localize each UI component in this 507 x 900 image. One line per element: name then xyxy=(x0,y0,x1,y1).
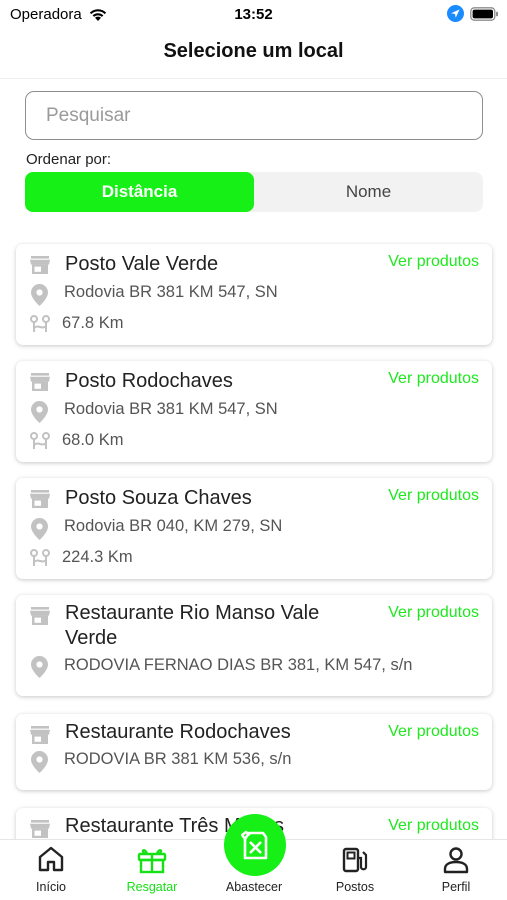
gas-station-icon xyxy=(342,847,368,873)
sort-label: Ordenar por: xyxy=(26,151,112,168)
location-card[interactable]: Restaurante Rodochaves Ver produtos RODO… xyxy=(16,714,492,790)
page-title: Selecione um local xyxy=(163,40,344,62)
tab-label: Início xyxy=(36,880,66,894)
location-card[interactable]: Posto Rodochaves Ver produtos Rodovia BR… xyxy=(16,361,492,462)
tab-label: Perfil xyxy=(441,880,471,894)
store-icon xyxy=(30,726,50,744)
view-products-link[interactable]: Ver produtos xyxy=(388,487,479,505)
route-icon xyxy=(30,549,50,566)
location-address: Rodovia BR 040, KM 279, SN xyxy=(64,517,283,535)
store-icon xyxy=(30,607,50,625)
header-divider xyxy=(0,78,507,79)
store-icon xyxy=(30,820,50,838)
map-pin-icon xyxy=(31,656,48,678)
location-distance: 68.0 Km xyxy=(62,431,124,449)
location-address: RODOVIA BR 381 KM 536, s/n xyxy=(64,750,292,768)
tab-label: Resgatar xyxy=(126,880,178,894)
location-name: Posto Vale Verde xyxy=(65,253,219,275)
route-icon xyxy=(30,315,50,332)
sort-segmented-control: Distância Nome xyxy=(25,172,483,212)
user-icon xyxy=(443,847,469,874)
map-pin-icon xyxy=(31,401,48,423)
sort-option-name[interactable]: Nome xyxy=(254,172,483,212)
view-products-link[interactable]: Ver produtos xyxy=(388,604,479,622)
store-icon xyxy=(30,490,50,508)
tab-perfil[interactable]: Perfil xyxy=(416,840,496,900)
store-icon xyxy=(30,373,50,391)
gift-icon xyxy=(137,849,167,874)
tab-label: Abastecer xyxy=(225,880,283,894)
location-card[interactable]: Posto Souza Chaves Ver produtos Rodovia … xyxy=(16,478,492,579)
tab-postos[interactable]: Postos xyxy=(315,840,395,900)
location-list[interactable]: Posto Vale Verde Ver produtos Rodovia BR… xyxy=(0,242,507,839)
location-name: Restaurante Três Marias xyxy=(65,815,284,837)
location-name: Posto Rodochaves xyxy=(65,370,233,392)
fuel-can-icon xyxy=(241,830,268,860)
location-card[interactable]: Posto Vale Verde Ver produtos Rodovia BR… xyxy=(16,244,492,345)
location-distance: 224.3 Km xyxy=(62,548,133,566)
tab-label: Postos xyxy=(335,880,375,894)
map-pin-icon xyxy=(31,518,48,540)
tab-resgatar[interactable]: Resgatar xyxy=(112,840,192,900)
map-pin-icon xyxy=(31,284,48,306)
clock: 13:52 xyxy=(234,6,273,23)
location-name: Restaurante Rodochaves xyxy=(65,721,291,743)
location-name: Restaurante Rio Manso Vale Verde xyxy=(65,602,320,649)
sort-option-distance[interactable]: Distância xyxy=(25,172,254,212)
status-indicators xyxy=(447,5,499,22)
store-icon xyxy=(30,256,50,274)
search-input[interactable] xyxy=(25,91,483,140)
location-distance: 67.8 Km xyxy=(62,314,124,332)
abastecer-fab-button[interactable] xyxy=(224,814,286,876)
location-card[interactable]: Restaurante Rio Manso Vale Verde Ver pro… xyxy=(16,595,492,696)
map-pin-icon xyxy=(31,751,48,773)
home-icon xyxy=(38,846,64,872)
location-address: Rodovia BR 381 KM 547, SN xyxy=(64,400,278,418)
view-products-link[interactable]: Ver produtos xyxy=(388,723,479,741)
location-name: Posto Souza Chaves xyxy=(65,487,252,509)
location-address: RODOVIA FERNAO DIAS BR 381, KM 547, s/n xyxy=(64,656,413,674)
tab-inicio[interactable]: Início xyxy=(11,840,91,900)
route-icon xyxy=(30,432,50,449)
view-products-link[interactable]: Ver produtos xyxy=(388,817,479,835)
battery-icon xyxy=(470,6,498,21)
status-bar: Operadora 13:52 xyxy=(0,0,507,30)
location-services-icon xyxy=(447,5,464,22)
view-products-link[interactable]: Ver produtos xyxy=(388,253,479,271)
view-products-link[interactable]: Ver produtos xyxy=(388,370,479,388)
location-address: Rodovia BR 381 KM 547, SN xyxy=(64,283,278,301)
